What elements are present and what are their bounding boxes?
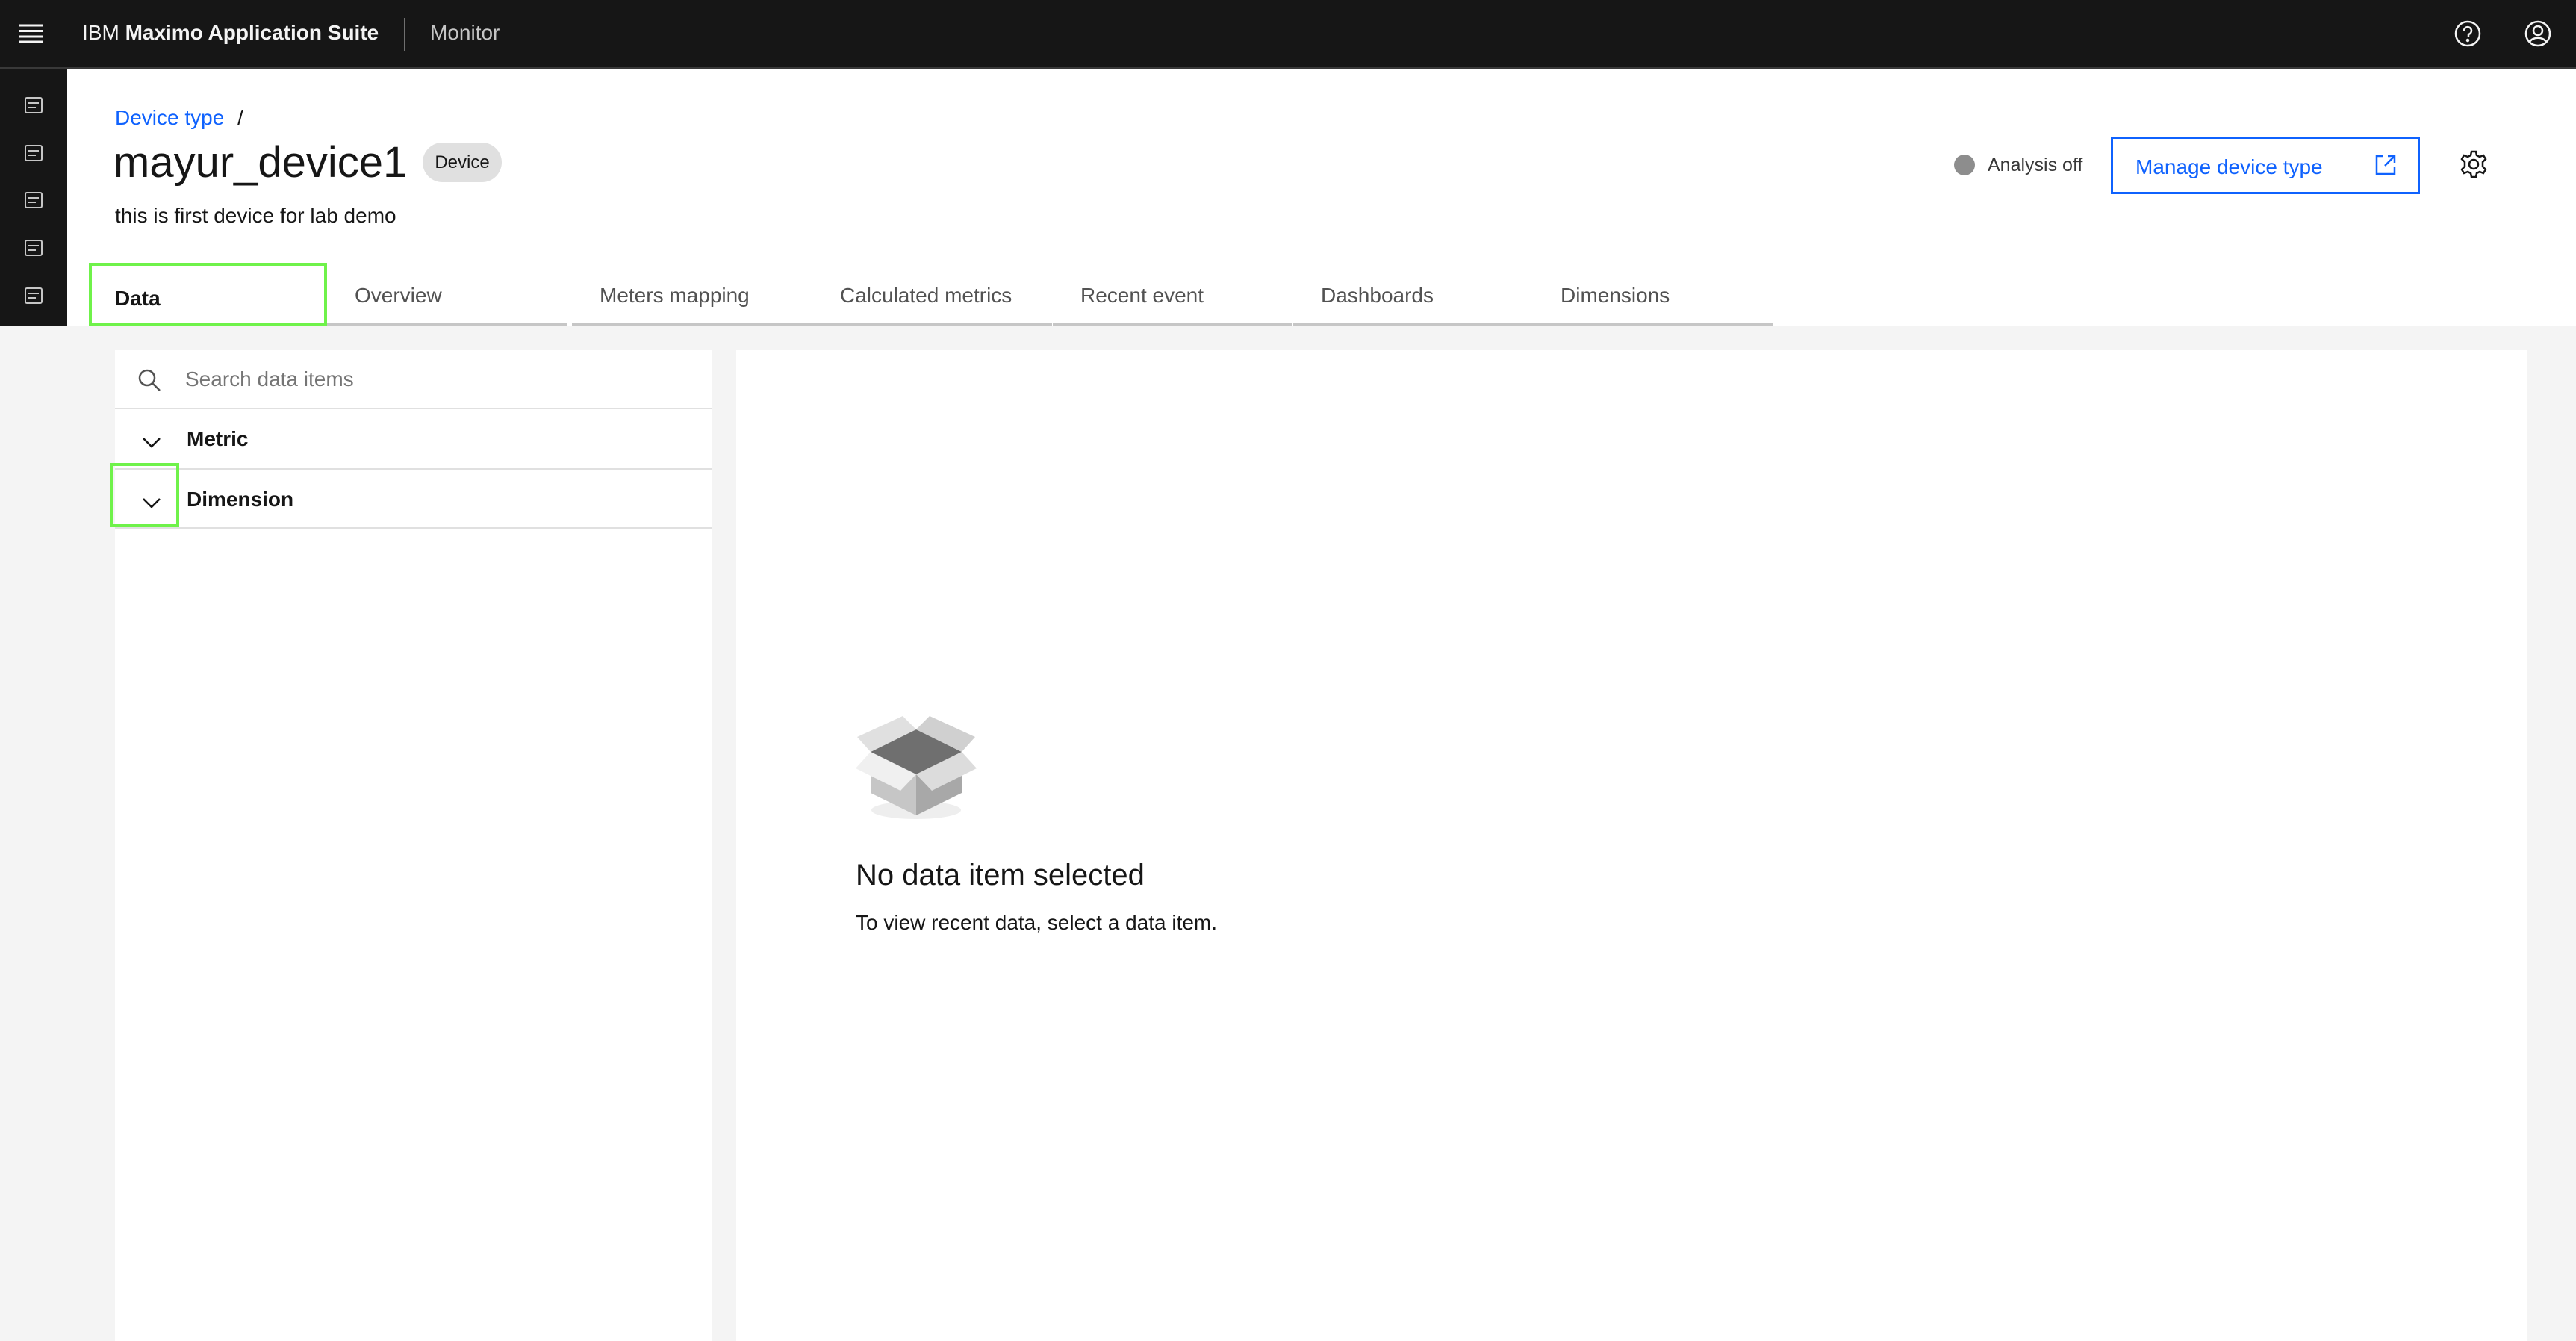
empty-state-title: No data item selected: [856, 859, 1145, 892]
chevron-down-icon[interactable]: [142, 430, 161, 454]
manage-device-type-button[interactable]: Manage device type: [2111, 137, 2420, 194]
tab-label: Meters mapping: [600, 284, 750, 307]
tab-meters-mapping[interactable]: Meters mapping: [572, 263, 812, 326]
brand[interactable]: IBM Maximo Application Suite: [82, 21, 379, 45]
status-dot: [1954, 155, 1975, 175]
brand-name: Maximo Application Suite: [125, 21, 379, 44]
top-bar: IBM Maximo Application Suite Monitor: [0, 0, 2576, 69]
calendar-icon[interactable]: [20, 282, 47, 309]
tab-dashboards[interactable]: Dashboards: [1293, 263, 1533, 326]
highlight-box: [110, 463, 179, 527]
tab-data[interactable]: Data: [89, 263, 327, 326]
group-label: Metric: [187, 427, 249, 450]
breadcrumb-device-type[interactable]: Device type: [115, 106, 224, 130]
manage-label: Manage device type: [2135, 155, 2323, 178]
help-icon[interactable]: [2454, 19, 2482, 52]
group-dimension[interactable]: Dimension: [115, 470, 712, 529]
brand-prefix: IBM: [82, 21, 119, 44]
asset-icon[interactable]: [20, 92, 47, 119]
launch-icon: [2374, 154, 2397, 181]
page-title: mayur_device1: [113, 138, 408, 187]
tab-label: Calculated metrics: [840, 284, 1012, 307]
tab-label: Dimensions: [1561, 284, 1670, 307]
data-view-panel: [736, 350, 2527, 1341]
search-input[interactable]: [185, 364, 678, 395]
divider: [404, 18, 405, 51]
settings-gear-icon[interactable]: [2459, 149, 2489, 183]
group-metric[interactable]: Metric: [115, 409, 712, 470]
tab-dimensions[interactable]: Dimensions: [1533, 263, 1773, 326]
tab-label: Recent event: [1080, 284, 1204, 307]
inventory-icon[interactable]: [20, 187, 47, 214]
tab-overview[interactable]: Overview: [327, 263, 567, 326]
tab-label: Dashboards: [1321, 284, 1434, 307]
empty-box-icon: [856, 715, 977, 827]
model-icon[interactable]: [20, 140, 47, 167]
breadcrumb-separator: /: [237, 106, 243, 129]
search-data-items[interactable]: [115, 350, 712, 409]
page-description: this is first device for lab demo: [115, 204, 396, 227]
tab-calculated-metrics[interactable]: Calculated metrics: [812, 263, 1052, 326]
tab-label: Overview: [355, 284, 442, 307]
type-tag: Device: [423, 143, 502, 182]
app-name[interactable]: Monitor: [430, 21, 500, 45]
search-icon: [137, 368, 161, 397]
tab-recent-event[interactable]: Recent event: [1053, 263, 1292, 326]
hierarchy-icon[interactable]: [20, 234, 47, 261]
empty-state-message: To view recent data, select a data item.: [856, 911, 1218, 934]
group-label: Dimension: [187, 488, 294, 511]
tab-label: Data: [115, 287, 161, 310]
user-icon[interactable]: [2524, 19, 2552, 52]
menu-icon[interactable]: [19, 24, 43, 43]
analysis-status: Analysis off: [1988, 155, 2083, 175]
